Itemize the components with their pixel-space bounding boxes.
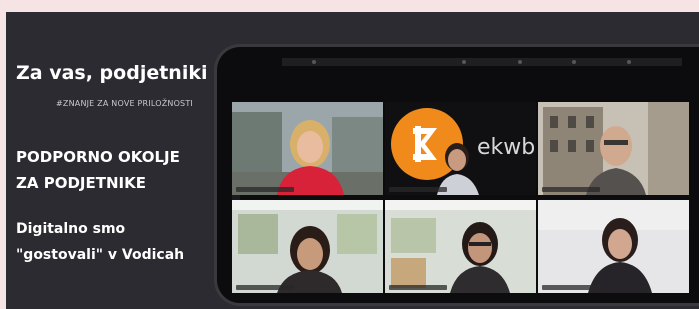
body-line-1: Digitalno smo [16,221,126,237]
participant-1-video [232,102,383,195]
video-tile-participant-4[interactable] [232,200,383,293]
page-title: Za vas, podjetniki [16,62,208,84]
participant-4-video [232,200,383,293]
toolbar-icon [462,60,466,64]
participant-name-label [389,187,447,192]
video-tile-participant-6[interactable] [538,200,689,293]
video-tile-participant-3[interactable] [538,102,689,195]
body-line-2: "gostovali" v Vodicah [16,247,185,263]
participant-5-video [385,200,536,293]
participant-3-video [538,102,689,195]
participant-name-label [389,285,447,290]
toolbar-icon [518,60,522,64]
participant-6-video [538,200,689,293]
video-call-toolbar [282,58,682,66]
participant-name-label [236,187,294,192]
participant-name-label [542,285,600,290]
video-tile-participant-5[interactable] [385,200,536,293]
toolbar-icon [312,60,316,64]
participant-name-label [236,285,294,290]
company-logo-text: ekwb [477,135,536,160]
toolbar-icon [572,60,576,64]
video-tile-participant-1[interactable] [232,102,383,195]
video-tile-participant-2[interactable]: ekwb [385,102,536,195]
subtitle-line-1: PODPORNO OKOLJE [16,148,180,166]
hashtag-tagline: #ZNANJE ZA NOVE PRILOŽNOSTI [56,99,193,108]
subtitle-line-2: ZA PODJETNIKE [16,174,146,192]
toolbar-icon [627,60,631,64]
participant-name-label [542,187,600,192]
